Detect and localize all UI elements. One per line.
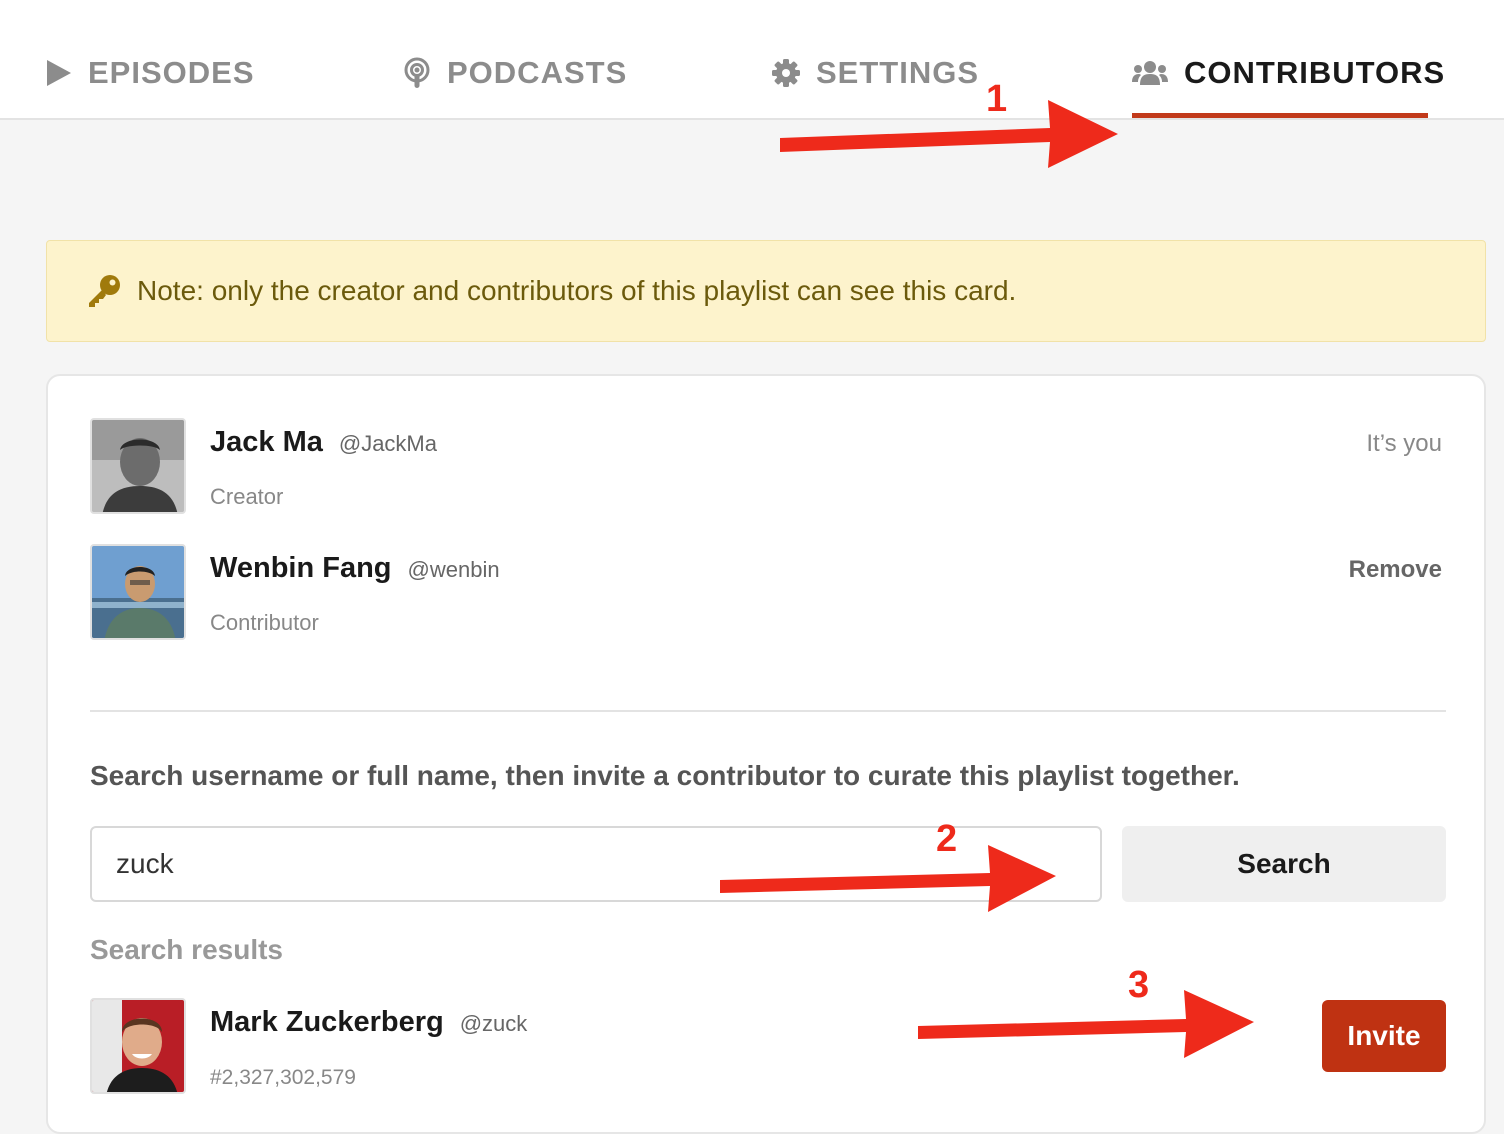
gear-icon xyxy=(772,59,800,87)
tab-label: EPISODES xyxy=(88,55,255,90)
tab-contributors[interactable]: CONTRIBUTORS xyxy=(1132,52,1445,94)
tab-label: CONTRIBUTORS xyxy=(1184,55,1446,90)
member-handle: @wenbin xyxy=(407,557,500,582)
note-text: Note: only the creator and contributors … xyxy=(137,275,1017,306)
tab-settings[interactable]: SETTINGS xyxy=(772,52,979,94)
contributors-card: Jack Ma @JackMa Creator It’s you Wenbin F… xyxy=(46,374,1486,1134)
tab-episodes[interactable]: EPISODES xyxy=(46,52,255,94)
member-name: Jack Ma @JackMa xyxy=(210,426,437,459)
self-label: It’s you xyxy=(1366,430,1442,457)
invite-instructions: Search username or full name, then invit… xyxy=(90,760,1240,791)
annotation-marker-1: 1 xyxy=(986,78,1008,120)
annotation-marker-2: 2 xyxy=(936,818,958,860)
member-name-text: Jack Ma xyxy=(210,426,323,458)
remove-contributor-button[interactable]: Remove xyxy=(1349,556,1442,584)
result-id: #2,327,302,579 xyxy=(210,1066,356,1089)
divider xyxy=(90,710,1446,712)
tab-podcasts[interactable]: PODCASTS xyxy=(403,52,627,94)
avatar xyxy=(90,544,186,640)
member-role: Creator xyxy=(210,484,284,509)
active-tab-indicator xyxy=(1132,113,1428,118)
result-name: Mark Zuckerberg @zuck xyxy=(210,1006,527,1039)
key-icon xyxy=(87,274,121,308)
podcast-icon xyxy=(403,57,431,89)
search-button[interactable]: Search xyxy=(1122,826,1446,902)
tab-bar: EPISODES PODCASTS SETTINGS CONTRIBUTORS xyxy=(0,0,1504,120)
annotation-marker-3: 3 xyxy=(1128,964,1150,1006)
tab-label: PODCASTS xyxy=(447,55,628,90)
member-handle: @JackMa xyxy=(338,431,437,456)
avatar xyxy=(90,418,186,514)
play-icon xyxy=(46,59,72,87)
tab-label: SETTINGS xyxy=(816,55,980,90)
search-results-heading: Search results xyxy=(90,934,283,965)
visibility-note: Note: only the creator and contributors … xyxy=(46,240,1486,342)
invite-button[interactable]: Invite xyxy=(1322,1000,1446,1072)
member-name-text: Wenbin Fang xyxy=(210,552,392,584)
member-role: Contributor xyxy=(210,610,319,635)
member-name: Wenbin Fang @wenbin xyxy=(210,552,500,585)
users-icon xyxy=(1132,60,1168,86)
result-handle: @zuck xyxy=(459,1011,528,1036)
avatar xyxy=(90,998,186,1094)
result-name-text: Mark Zuckerberg xyxy=(210,1006,444,1038)
